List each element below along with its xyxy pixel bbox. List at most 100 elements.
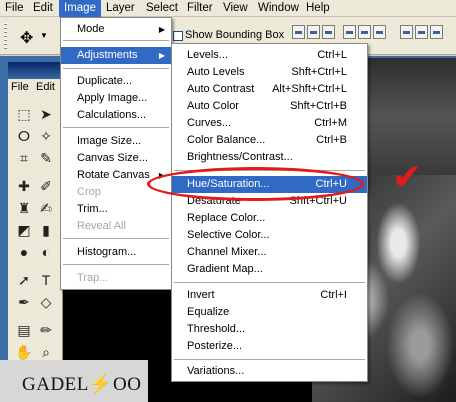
menu-filter[interactable]: Filter — [182, 0, 218, 17]
doc-menu-edit[interactable]: Edit — [36, 81, 55, 93]
align-right-icon[interactable] — [373, 25, 386, 39]
menu-item-label: Selective Color... — [187, 229, 270, 241]
menu-item-label: Rotate Canvas — [77, 169, 150, 181]
menu-item-adjustments[interactable]: Adjustments ▶ — [61, 47, 171, 64]
slice-icon[interactable]: ✎ — [36, 148, 56, 168]
submenu-arrow-icon: ▶ — [158, 25, 165, 34]
menu-item-label: Posterize... — [187, 340, 243, 352]
menu-item-label: Auto Levels — [187, 66, 245, 78]
doc-menu-file[interactable]: File — [11, 81, 29, 93]
menu-item-invert[interactable]: Invert Ctrl+I — [172, 287, 367, 304]
shortcut-label: Shft+Ctrl+B — [290, 100, 347, 112]
path-selection-icon[interactable]: ➚ — [14, 270, 34, 290]
menu-bar: File Edit Image Layer Select Filter View… — [0, 0, 456, 17]
menu-image[interactable]: Image — [59, 0, 101, 17]
menu-item-equalize[interactable]: Equalize — [172, 304, 367, 321]
history-brush-icon[interactable]: ✍ — [36, 198, 56, 218]
shortcut-label: Alt+Shft+Ctrl+L — [272, 83, 347, 95]
menu-file[interactable]: File — [0, 0, 29, 17]
menu-item-trim[interactable]: Trim... — [61, 201, 171, 218]
menu-item-label: Replace Color... — [187, 212, 266, 224]
clone-stamp-icon[interactable]: ♜ — [14, 198, 34, 218]
menu-item-posterize[interactable]: Posterize... — [172, 338, 367, 355]
move-tool-icon[interactable]: ✥ — [20, 28, 33, 48]
magic-wand-icon[interactable]: ✧ — [36, 126, 56, 146]
menu-view[interactable]: View — [218, 0, 253, 17]
brush-icon[interactable]: ✐ — [36, 176, 56, 196]
shape-icon[interactable]: ◇ — [36, 292, 56, 312]
menu-layer[interactable]: Layer — [101, 0, 140, 17]
document-title-bar[interactable] — [8, 62, 63, 80]
marquee-icon[interactable]: ⬚ — [14, 104, 34, 124]
menu-item-canvas-size[interactable]: Canvas Size... — [61, 150, 171, 167]
menu-item-gradient-map[interactable]: Gradient Map... — [172, 261, 367, 278]
menu-item-curves[interactable]: Curves... Ctrl+M — [172, 115, 367, 132]
show-bounding-box-checkbox[interactable] — [173, 31, 183, 41]
menu-item-brightness-contrast[interactable]: Brightness/Contrast... — [172, 149, 367, 166]
shortcut-label: Ctrl+B — [316, 134, 347, 146]
menu-item-auto-levels[interactable]: Auto Levels Shft+Ctrl+L — [172, 64, 367, 81]
move-icon[interactable]: ➤ — [36, 104, 56, 124]
hand-icon[interactable]: ✋ — [14, 342, 34, 362]
menu-item-duplicate[interactable]: Duplicate... — [61, 73, 171, 90]
gradient-icon[interactable]: ▮ — [36, 220, 56, 240]
shortcut-label: Shft+Ctrl+L — [291, 66, 347, 78]
menu-item-label: Adjustments — [77, 49, 138, 61]
menu-window[interactable]: Window — [253, 0, 304, 17]
eyedropper-icon[interactable]: ✏ — [36, 320, 56, 340]
blur-icon[interactable]: ● — [14, 242, 34, 262]
menu-select[interactable]: Select — [141, 0, 183, 17]
menu-item-image-size[interactable]: Image Size... — [61, 133, 171, 150]
dodge-icon[interactable]: ◐ — [36, 242, 56, 262]
menu-item-variations[interactable]: Variations... — [172, 363, 367, 380]
image-menu: Mode ▶ Adjustments ▶ Duplicate... Apply Im… — [60, 17, 172, 290]
menu-item-label: Channel Mixer... — [187, 246, 267, 258]
eraser-icon[interactable]: ◩ — [14, 220, 34, 240]
toolbar-grip[interactable] — [4, 23, 7, 49]
menu-item-label: Auto Contrast — [187, 83, 255, 95]
notes-icon[interactable]: ▤ — [14, 320, 34, 340]
distribute-top-icon[interactable] — [400, 25, 413, 39]
distribute-vcenter-icon[interactable] — [415, 25, 428, 39]
align-left-icon[interactable] — [343, 25, 356, 39]
menu-separator — [63, 127, 169, 128]
menu-item-channel-mixer[interactable]: Channel Mixer... — [172, 244, 367, 261]
show-bounding-box-label: Show Bounding Box — [185, 29, 285, 41]
healing-brush-icon[interactable]: ✚ — [14, 176, 34, 196]
document-menu: File Edit — [8, 79, 63, 96]
shortcut-label: Ctrl+M — [314, 117, 347, 129]
type-icon[interactable]: T — [36, 270, 56, 290]
menu-item-threshold[interactable]: Threshold... — [172, 321, 367, 338]
distribute-bottom-icon[interactable] — [430, 25, 443, 39]
align-hcenter-icon[interactable] — [358, 25, 371, 39]
menu-item-auto-contrast[interactable]: Auto Contrast Alt+Shft+Ctrl+L — [172, 81, 367, 98]
menu-item-apply-image[interactable]: Apply Image... — [61, 90, 171, 107]
zoom-icon[interactable]: ⌕ — [36, 342, 56, 362]
menu-item-reveal-all: Reveal All — [77, 220, 126, 232]
menu-item-label: Brightness/Contrast... — [187, 151, 293, 163]
menu-item-mode[interactable]: Mode ▶ — [61, 21, 171, 38]
chevron-down-icon[interactable]: ▼ — [40, 31, 48, 40]
menu-item-auto-color[interactable]: Auto Color Shft+Ctrl+B — [172, 98, 367, 115]
checkmark-icon: ✔ — [392, 156, 423, 197]
menu-separator — [174, 359, 365, 360]
crop-icon[interactable]: ⌗ — [14, 148, 34, 168]
menu-item-label: Invert — [187, 289, 215, 301]
pen-icon[interactable]: ✒ — [14, 292, 34, 312]
menu-item-calculations[interactable]: Calculations... — [61, 107, 171, 124]
align-top-icon[interactable] — [292, 25, 305, 39]
menu-item-label: Threshold... — [187, 323, 246, 335]
lasso-icon[interactable]: ⵔ — [14, 126, 34, 146]
submenu-arrow-icon: ▶ — [158, 51, 165, 60]
menu-edit[interactable]: Edit — [28, 0, 58, 17]
menu-item-label: Gradient Map... — [187, 263, 263, 275]
shortcut-label: Ctrl+L — [317, 49, 347, 61]
align-vcenter-icon[interactable] — [307, 25, 320, 39]
menu-item-color-balance[interactable]: Color Balance... Ctrl+B — [172, 132, 367, 149]
menu-item-selective-color[interactable]: Selective Color... — [172, 227, 367, 244]
menu-item-levels[interactable]: Levels... Ctrl+L — [172, 47, 367, 64]
menu-item-replace-color[interactable]: Replace Color... — [172, 210, 367, 227]
menu-help[interactable]: Help — [301, 0, 335, 17]
align-bottom-icon[interactable] — [322, 25, 335, 39]
menu-item-histogram[interactable]: Histogram... — [61, 244, 171, 261]
